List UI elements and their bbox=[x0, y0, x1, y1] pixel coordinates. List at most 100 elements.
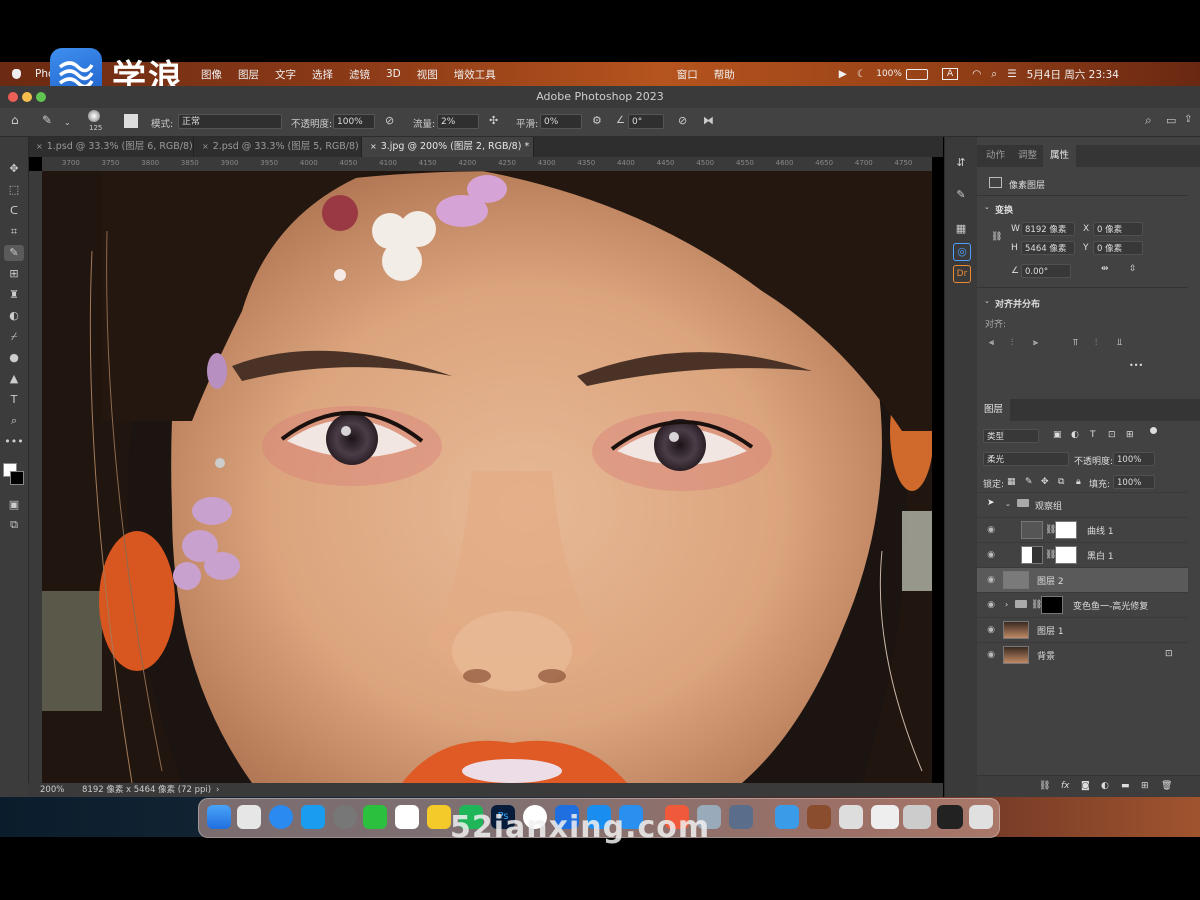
baidu-netdisk-icon[interactable] bbox=[395, 805, 419, 829]
channels-panel-icon[interactable]: ▦ bbox=[953, 221, 969, 237]
more-tools-icon[interactable]: ••• bbox=[4, 434, 24, 450]
document-info[interactable]: 8192 像素 x 5464 像素 (72 ppi) bbox=[82, 783, 211, 797]
align-top-icon[interactable]: ⫪ bbox=[1073, 338, 1078, 348]
play-icon[interactable]: ▶ bbox=[839, 68, 847, 80]
history-brush-icon[interactable]: ♜ bbox=[4, 287, 24, 303]
lock-transparent-icon[interactable]: ▦ bbox=[1007, 477, 1016, 487]
layer-name[interactable]: 曲线 1 bbox=[1087, 524, 1114, 537]
menu-type[interactable]: 文字 bbox=[275, 67, 296, 82]
downloads-folder-icon[interactable] bbox=[775, 805, 799, 829]
trash-icon[interactable] bbox=[969, 805, 993, 829]
new-layer-icon[interactable]: ⊞ bbox=[1141, 781, 1149, 791]
mask-thumbnail[interactable] bbox=[1041, 596, 1063, 614]
symmetry-icon[interactable]: ⧓ bbox=[703, 114, 714, 127]
expand-chevron-icon[interactable]: › bbox=[1005, 600, 1008, 609]
tab-adjustments[interactable]: 调整 bbox=[1011, 145, 1044, 167]
filter-shape-icon[interactable]: ⊡ bbox=[1108, 430, 1116, 440]
background-color-swatch[interactable] bbox=[10, 471, 24, 485]
layer-name[interactable]: 图层 2 bbox=[1037, 574, 1064, 587]
pressure-size-icon[interactable]: ⊘ bbox=[678, 114, 687, 127]
delete-layer-icon[interactable]: 🗑︎ bbox=[1161, 781, 1172, 791]
menu-3d[interactable]: 3D bbox=[386, 68, 401, 80]
layer-name[interactable]: 图层 1 bbox=[1037, 624, 1064, 637]
new-adjustment-icon[interactable]: ◐ bbox=[1101, 781, 1109, 791]
pen-tool-icon[interactable]: ▲ bbox=[4, 371, 24, 387]
eyedropper-tool-icon[interactable]: ⌿ bbox=[4, 329, 24, 345]
tab-actions[interactable]: 动作 bbox=[979, 145, 1012, 167]
smoothing-settings-gear-icon[interactable]: ⚙ bbox=[592, 114, 602, 127]
visibility-eye-icon[interactable]: ◉ bbox=[985, 650, 997, 660]
layer-opacity-field[interactable]: 100% bbox=[1113, 452, 1155, 466]
zoom-level[interactable]: 200% bbox=[40, 783, 64, 797]
menu-layer[interactable]: 图层 bbox=[238, 67, 259, 82]
workspace-icon[interactable]: ▭ bbox=[1166, 114, 1176, 127]
filter-pixel-icon[interactable]: ▣ bbox=[1053, 430, 1062, 440]
app-slate-icon[interactable] bbox=[729, 805, 753, 829]
input-method-icon[interactable]: A bbox=[941, 68, 959, 80]
layer-name[interactable]: 观察组 bbox=[1035, 499, 1062, 512]
align-bottom-icon[interactable]: ⫫ bbox=[1117, 338, 1122, 348]
home-icon[interactable]: ⌂ bbox=[11, 113, 19, 127]
expand-chevron-icon[interactable]: ⌄ bbox=[1005, 500, 1011, 508]
layer-row-group-highlight[interactable]: ◉ › ⛓ 变色鱼一-高光修复 bbox=[977, 592, 1188, 618]
filter-smart-icon[interactable]: ⊞ bbox=[1126, 430, 1134, 440]
layer-row-group-observe[interactable]: ➤ ⌄ 观察组 bbox=[977, 492, 1188, 518]
flip-vertical-icon[interactable]: ⇳ bbox=[1129, 264, 1137, 274]
lock-position-icon[interactable]: ✥ bbox=[1041, 477, 1049, 487]
system-settings-icon[interactable] bbox=[333, 805, 357, 829]
more-options-icon[interactable]: ••• bbox=[1129, 361, 1143, 370]
align-collapse-icon[interactable]: ⌄ bbox=[984, 297, 990, 305]
tool-preset-chevron-icon[interactable]: ⌄ bbox=[64, 118, 71, 127]
layer-row-bw[interactable]: ◉ ⛓ 黑白 1 bbox=[977, 542, 1188, 568]
menu-help[interactable]: 帮助 bbox=[714, 67, 735, 82]
filter-toggle-icon[interactable] bbox=[1150, 427, 1157, 434]
lasso-tool-icon[interactable]: ᑕ bbox=[4, 203, 24, 219]
y-field[interactable]: 0 像素 bbox=[1093, 241, 1143, 255]
minimize-window-button[interactable] bbox=[22, 92, 32, 102]
layer-row-background[interactable]: ◉ 背景 ⊡ bbox=[977, 642, 1188, 668]
status-arrow-icon[interactable]: › bbox=[216, 783, 219, 797]
lock-artboard-icon[interactable]: ⧉ bbox=[1058, 477, 1064, 487]
layer-name[interactable]: 变色鱼一-高光修复 bbox=[1073, 599, 1148, 612]
tab-1psd[interactable]: × 1.psd @ 33.3% (图层 6, RGB/8) bbox=[28, 137, 194, 157]
layer-filter-select[interactable]: 类型 bbox=[983, 429, 1039, 443]
document-canvas[interactable] bbox=[42, 171, 932, 783]
share-icon[interactable]: ⇪ bbox=[1184, 114, 1192, 125]
window-thumbnail-icon[interactable] bbox=[871, 805, 899, 829]
link-icon[interactable]: ⛓ bbox=[991, 232, 1002, 242]
color-panel-icon[interactable]: ◎ bbox=[953, 243, 971, 261]
align-left-icon[interactable]: ⫷ bbox=[989, 338, 994, 348]
blur-tool-icon[interactable]: ● bbox=[4, 350, 24, 366]
safari-icon[interactable] bbox=[269, 805, 293, 829]
mask-thumbnail[interactable] bbox=[1055, 546, 1077, 564]
menu-select[interactable]: 选择 bbox=[312, 67, 333, 82]
mask-thumbnail[interactable] bbox=[1055, 521, 1077, 539]
search-icon[interactable]: ⌕ bbox=[991, 68, 997, 81]
zoom-window-button[interactable] bbox=[36, 92, 46, 102]
document-thumbnail-icon[interactable] bbox=[839, 805, 863, 829]
apple-icon[interactable] bbox=[12, 69, 21, 79]
menu-view[interactable]: 视图 bbox=[417, 67, 438, 82]
pressure-opacity-icon[interactable]: ⊘ bbox=[385, 114, 394, 127]
visibility-eye-icon[interactable]: ◉ bbox=[985, 575, 997, 585]
app-store-icon[interactable] bbox=[301, 805, 325, 829]
angle-field[interactable]: 0° bbox=[628, 114, 664, 129]
clock[interactable]: 5月4日 周六 23:34 bbox=[1027, 67, 1119, 82]
wifi-icon[interactable]: ◠ bbox=[972, 68, 981, 80]
menu-filter[interactable]: 滤镜 bbox=[349, 67, 370, 82]
tab-layers[interactable]: 图层 bbox=[977, 399, 1011, 421]
flip-horizontal-icon[interactable]: ⇹ bbox=[1101, 264, 1109, 274]
flow-field[interactable]: 2% bbox=[437, 114, 479, 129]
moon-icon[interactable]: ☾ bbox=[857, 68, 866, 80]
notes-app-icon[interactable] bbox=[427, 805, 451, 829]
link-layers-icon[interactable]: ⛓ bbox=[1039, 781, 1050, 791]
control-center-icon[interactable]: ☰ bbox=[1007, 68, 1016, 80]
layer-row-curves[interactable]: ◉ ⛓ 曲线 1 bbox=[977, 517, 1188, 543]
visibility-eye-icon[interactable]: ◉ bbox=[985, 625, 997, 635]
angle-field[interactable]: 0.00° bbox=[1021, 264, 1071, 278]
type-tool-icon[interactable]: T bbox=[4, 392, 24, 408]
airbrush-icon[interactable]: ✣ bbox=[489, 114, 498, 127]
brush-tool-icon[interactable]: ✎ bbox=[42, 113, 52, 127]
layer-thumbnail[interactable] bbox=[1003, 621, 1029, 639]
height-field[interactable]: 5464 像素 bbox=[1021, 241, 1075, 255]
